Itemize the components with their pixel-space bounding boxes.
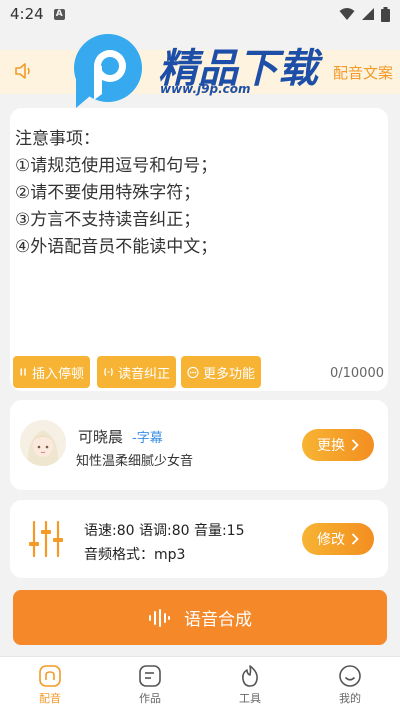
insert-pause-label: 插入停顿: [31, 366, 84, 382]
char-counter: 0/10000: [329, 366, 384, 381]
notes-line: ③方言不支持读音纠正；: [15, 210, 201, 230]
editor-placeholder: 注意事项： ①请规范使用逗号和句号； ②请不要使用特殊字符； ③方言不支持读音纠…: [15, 126, 217, 261]
voice-tag: -字幕: [132, 431, 163, 446]
notes-line: ④外语配音员不能读中文；: [15, 237, 218, 257]
voice-params-card[interactable]: 语速:80 语调:80 音量:15 音频格式：mp3 修改: [10, 500, 388, 578]
correction-icon: [104, 368, 113, 376]
nav-label: 工具: [239, 691, 261, 705]
more-features-label: 更多功能: [202, 366, 255, 382]
home-icon: [39, 664, 61, 687]
more-icon: [187, 366, 199, 378]
script-editor[interactable]: 注意事项： ①请规范使用逗号和句号； ②请不要使用特殊字符； ③方言不支持读音纠…: [10, 108, 388, 391]
pause-icon: [20, 368, 26, 376]
nav-tools[interactable]: 工具: [200, 657, 300, 712]
notes-line: ②请不要使用特殊字符；: [15, 183, 201, 203]
logo-mark-icon: [74, 34, 142, 108]
battery-icon: [381, 6, 390, 22]
insert-pause-button[interactable]: 插入停顿: [13, 356, 90, 388]
status-bar: 4:24 A: [0, 0, 400, 28]
tools-icon: [242, 664, 258, 687]
bottom-nav: 配音 作品 工具 我的: [0, 656, 400, 712]
signal-icon: [362, 8, 374, 20]
status-time: 4:24: [10, 5, 44, 23]
voice-card[interactable]: 可晓晨 -字幕 知性温柔细腻少女音 更换: [10, 400, 388, 490]
banner-text: 配音文案: [333, 64, 394, 82]
logo-url: www.j9p.com: [160, 82, 251, 96]
nav-label: 我的: [339, 691, 361, 705]
voice-description: 知性温柔细腻少女音: [76, 454, 194, 469]
notification-icon: A: [53, 8, 65, 20]
nav-label: 作品: [139, 691, 161, 705]
pronunciation-button[interactable]: 读音纠正: [97, 356, 176, 388]
works-icon: [139, 664, 161, 687]
pronunciation-label: 读音纠正: [117, 366, 170, 382]
synthesize-label: 语音合成: [184, 610, 252, 630]
nav-label: 配音: [39, 691, 61, 705]
nav-profile[interactable]: 我的: [300, 657, 400, 712]
nav-dubbing[interactable]: 配音: [0, 657, 100, 712]
chevron-right-icon: [351, 439, 359, 451]
chevron-right-icon: [351, 533, 359, 545]
params-summary: 语速:80 语调:80 音量:15: [84, 523, 245, 539]
edit-params-button[interactable]: 修改: [302, 523, 374, 555]
change-voice-label: 更换: [317, 438, 345, 454]
notes-line: 注意事项：: [15, 129, 100, 149]
wifi-icon: [339, 8, 355, 20]
voice-name: 可晓晨: [78, 428, 124, 446]
waveform-icon: [149, 608, 170, 627]
edit-params-label: 修改: [317, 532, 345, 548]
sliders-icon: [29, 520, 63, 558]
audio-format: 音频格式：mp3: [84, 547, 186, 563]
notes-line: ①请规范使用逗号和句号；: [15, 156, 218, 176]
status-indicators: [339, 6, 390, 22]
change-voice-button[interactable]: 更换: [302, 429, 374, 461]
voice-avatar: [20, 420, 66, 466]
site-logo: 精品下载 www.j9p.com: [68, 30, 338, 110]
speaker-icon: [15, 63, 30, 79]
more-features-button[interactable]: 更多功能: [181, 356, 261, 388]
synthesize-button[interactable]: 语音合成: [13, 590, 387, 645]
nav-works[interactable]: 作品: [100, 657, 200, 712]
profile-icon: [339, 664, 361, 687]
